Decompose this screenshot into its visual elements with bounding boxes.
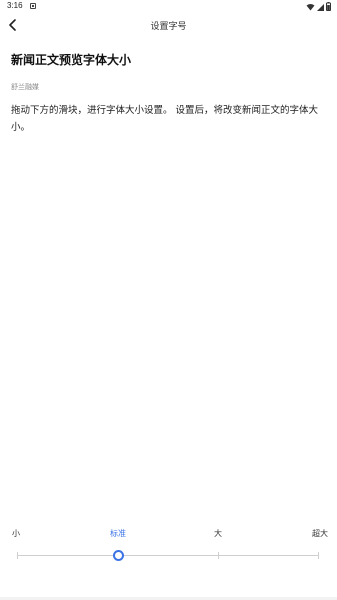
article-title: 新闻正文预览字体大小 — [11, 53, 132, 67]
slider-label-extra-large[interactable]: 超大 — [312, 528, 328, 539]
page-title: 设置字号 — [150, 22, 187, 32]
status-time: 3:16 — [7, 1, 23, 10]
battery-icon — [326, 2, 331, 11]
slider-track[interactable] — [17, 552, 319, 559]
wifi-icon — [306, 3, 315, 10]
status-bar: 3:16 — [0, 0, 337, 14]
preview-article: 新闻正文预览字体大小 舒兰融媒 拖动下方的滑块，进行字体大小设置。 设置后，将改… — [11, 52, 329, 136]
notification-icon — [30, 3, 36, 9]
slider-tick — [218, 552, 219, 559]
status-icons — [306, 2, 331, 11]
slider-label-small[interactable]: 小 — [12, 528, 20, 539]
slider-tick — [318, 552, 319, 559]
font-size-slider: 小 标准 大 超大 — [0, 520, 337, 580]
slider-label-large[interactable]: 大 — [214, 528, 222, 539]
article-source: 舒兰融媒 — [11, 83, 39, 91]
article-body: 拖动下方的滑块，进行字体大小设置。 设置后，将改变新闻正文的字体大小。 — [11, 105, 319, 133]
slider-label-standard[interactable]: 标准 — [110, 528, 126, 539]
signal-icon — [317, 3, 324, 11]
nav-bar: 设置字号 — [0, 14, 337, 38]
slider-thumb[interactable] — [113, 550, 124, 561]
slider-tick — [17, 552, 18, 559]
